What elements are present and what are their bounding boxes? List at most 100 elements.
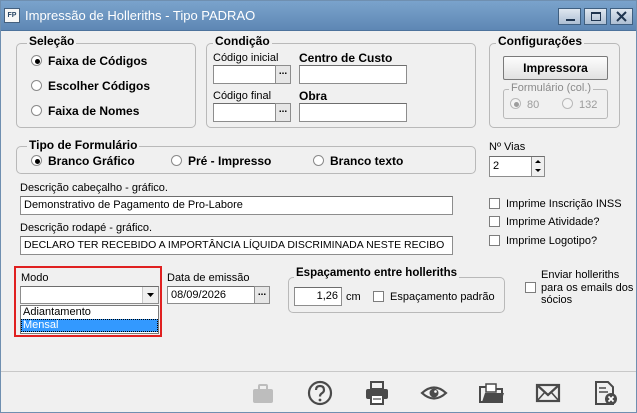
radio-label: 80 bbox=[527, 99, 540, 111]
check-imprime-logotipo[interactable]: Imprime Logotipo? bbox=[489, 235, 597, 247]
radio-button[interactable] bbox=[313, 155, 324, 166]
checkbox-label: Imprime Logotipo? bbox=[506, 235, 598, 247]
espacamento-input[interactable]: 1,26 bbox=[294, 287, 342, 306]
descricao-rodape-label: Descrição rodapé - gráfico. bbox=[20, 222, 153, 234]
close-document-button[interactable] bbox=[588, 377, 622, 409]
centro-custo-label: Centro de Custo bbox=[299, 51, 393, 65]
radio-formulario-80: 80 bbox=[510, 98, 539, 111]
obra-label: Obra bbox=[299, 89, 328, 103]
radio-pre-impresso[interactable]: Pré - Impresso bbox=[171, 154, 271, 168]
vias-label: Nº Vias bbox=[489, 141, 526, 153]
check-imprime-inscricao-inss[interactable]: Imprime Inscrição INSS bbox=[489, 198, 622, 210]
codigo-final-input[interactable] bbox=[213, 103, 276, 122]
radio-formulario-132: 132 bbox=[562, 98, 597, 111]
radio-button[interactable] bbox=[31, 80, 42, 91]
data-emissao-input[interactable]: 08/09/2026 bbox=[167, 286, 256, 304]
modo-option-mensal[interactable]: Mensal bbox=[21, 319, 158, 332]
folder-export-icon bbox=[479, 383, 504, 403]
spin-down-icon[interactable] bbox=[532, 166, 544, 175]
data-emissao-calendar-button[interactable]: ... bbox=[254, 286, 270, 304]
vias-spinner[interactable] bbox=[531, 157, 544, 176]
modo-label: Modo bbox=[21, 272, 49, 284]
codigo-inicial-label: Código inicial bbox=[213, 52, 279, 64]
espacamento-unit: cm bbox=[346, 291, 361, 303]
radio-branco-grafico[interactable]: Branco Gráfico bbox=[31, 154, 135, 168]
spin-up-icon[interactable] bbox=[532, 157, 544, 166]
minimize-button[interactable] bbox=[558, 8, 581, 25]
radio-button bbox=[562, 98, 573, 109]
check-espacamento-padrao[interactable]: Espaçamento padrão bbox=[373, 291, 495, 303]
help-icon bbox=[307, 380, 333, 406]
checkbox-label: Imprime Inscrição INSS bbox=[506, 198, 622, 210]
checkbox-label: Imprime Atividade? bbox=[506, 216, 600, 228]
close-document-icon bbox=[595, 381, 617, 405]
impressora-button[interactable]: Impressora bbox=[503, 56, 608, 80]
radio-escolher-codigos[interactable]: Escolher Códigos bbox=[31, 79, 150, 93]
checkbox[interactable] bbox=[489, 235, 500, 246]
selecao-legend: Seleção bbox=[27, 34, 77, 48]
espacamento-legend: Espaçamento entre holleriths bbox=[294, 267, 460, 279]
preview-button[interactable] bbox=[417, 377, 451, 409]
descricao-cabecalho-input[interactable]: Demonstrativo de Pagamento de Pro-Labore bbox=[20, 196, 453, 215]
codigo-final-label: Código final bbox=[213, 90, 272, 102]
briefcase-button bbox=[246, 377, 280, 409]
printer-icon bbox=[366, 381, 388, 405]
radio-label: Branco texto bbox=[330, 154, 404, 168]
briefcase-icon bbox=[253, 384, 273, 403]
radio-button[interactable] bbox=[31, 105, 42, 116]
preview-eye-icon bbox=[420, 386, 448, 400]
toolbar-divider bbox=[1, 371, 636, 372]
maximize-button[interactable] bbox=[584, 8, 607, 25]
codigo-inicial-lookup-button[interactable]: ... bbox=[275, 65, 291, 84]
window-title: Impressão de Holleriths - Tipo PADRAO bbox=[25, 8, 256, 23]
holleriths-print-window: FP Impressão de Holleriths - Tipo PADRAO… bbox=[0, 0, 637, 413]
codigo-inicial-input[interactable] bbox=[213, 65, 276, 84]
minimize-icon bbox=[566, 19, 575, 21]
close-icon bbox=[616, 11, 627, 22]
email-button[interactable] bbox=[531, 377, 565, 409]
radio-label: Pré - Impresso bbox=[188, 154, 272, 168]
configuracoes-legend: Configurações bbox=[496, 34, 585, 48]
modo-dropdown-list[interactable]: Adiantamento Mensal bbox=[20, 305, 159, 334]
maximize-icon bbox=[591, 12, 601, 21]
checkbox[interactable] bbox=[489, 216, 500, 227]
check-imprime-atividade[interactable]: Imprime Atividade? bbox=[489, 216, 600, 228]
formulario-legend: Formulário (col.) bbox=[509, 82, 594, 94]
checkbox[interactable] bbox=[489, 198, 500, 209]
radio-label: Faixa de Códigos bbox=[48, 54, 148, 68]
checkbox-label: Espaçamento padrão bbox=[390, 291, 495, 303]
radio-faixa-nomes[interactable]: Faixa de Nomes bbox=[31, 104, 139, 118]
radio-faixa-codigos[interactable]: Faixa de Códigos bbox=[31, 54, 147, 68]
descricao-cabecalho-label: Descrição cabeçalho - gráfico. bbox=[20, 182, 168, 194]
vias-input[interactable]: 2 bbox=[489, 156, 545, 177]
modo-option-adiantamento[interactable]: Adiantamento bbox=[21, 306, 158, 319]
email-icon bbox=[535, 383, 561, 403]
check-enviar-emails[interactable] bbox=[525, 282, 542, 294]
chevron-down-icon bbox=[147, 293, 154, 297]
radio-button[interactable] bbox=[31, 55, 42, 66]
centro-custo-input[interactable] bbox=[299, 65, 407, 84]
modo-select[interactable] bbox=[20, 286, 159, 304]
data-emissao-label: Data de emissão bbox=[167, 272, 250, 284]
tipo-formulario-legend: Tipo de Formulário bbox=[27, 138, 140, 152]
close-window-button[interactable] bbox=[610, 8, 633, 25]
radio-button[interactable] bbox=[31, 155, 42, 166]
radio-button bbox=[510, 98, 521, 109]
radio-label: Faixa de Nomes bbox=[48, 104, 140, 118]
modo-dropdown-button[interactable] bbox=[142, 287, 158, 303]
export-folder-button[interactable] bbox=[474, 377, 508, 409]
help-button[interactable] bbox=[303, 377, 337, 409]
descricao-rodape-input[interactable]: DECLARO TER RECEBIDO A IMPORTÂNCIA LÍQUI… bbox=[20, 236, 453, 255]
title-bar[interactable]: FP Impressão de Holleriths - Tipo PADRAO bbox=[1, 1, 636, 31]
radio-button[interactable] bbox=[171, 155, 182, 166]
radio-branco-texto[interactable]: Branco texto bbox=[313, 154, 403, 168]
radio-label: 132 bbox=[579, 99, 598, 111]
checkbox[interactable] bbox=[373, 291, 384, 302]
checkbox[interactable] bbox=[525, 282, 536, 293]
vias-value: 2 bbox=[493, 160, 500, 172]
radio-label: Escolher Códigos bbox=[48, 79, 151, 93]
obra-input[interactable] bbox=[299, 103, 407, 122]
enviar-emails-label: Enviar holleriths para os emails dos sóc… bbox=[541, 269, 634, 306]
print-button[interactable] bbox=[360, 377, 394, 409]
codigo-final-lookup-button[interactable]: ... bbox=[275, 103, 291, 122]
